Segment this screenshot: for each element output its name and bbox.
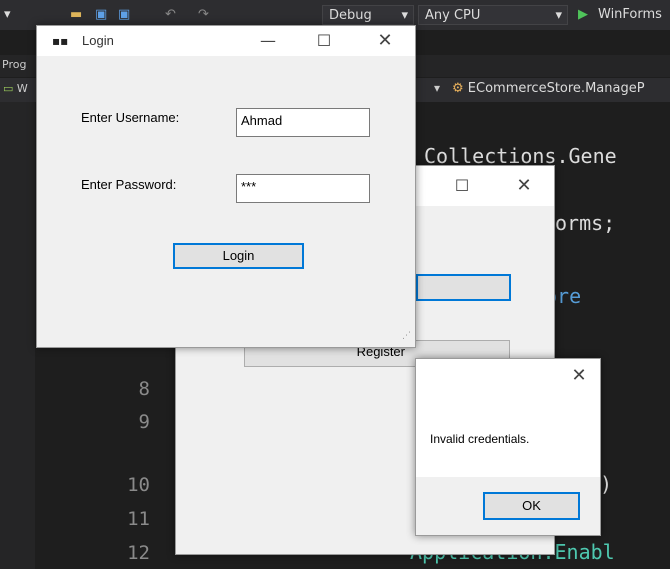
line-number: 8: [138, 378, 150, 400]
line-number: 12: [127, 542, 150, 564]
close-icon[interactable]: ✕: [362, 26, 408, 56]
line-number: 10: [127, 474, 150, 496]
minimize-icon[interactable]: —: [245, 26, 291, 56]
ok-button-label: OK: [522, 498, 541, 513]
password-input[interactable]: ***: [236, 174, 370, 203]
panel-label: Prog: [2, 58, 27, 71]
open-folder-icon[interactable]: ▬: [70, 5, 82, 25]
login-title: Login: [82, 33, 114, 48]
configuration-value: Debug: [329, 8, 372, 23]
undo-icon[interactable]: ↶: [165, 5, 176, 25]
login-titlebar[interactable]: ▪▪ Login — ☐ ✕: [37, 26, 415, 56]
resize-grip-icon[interactable]: ⋰: [402, 331, 411, 341]
window-app-icon: ▪▪: [52, 34, 69, 48]
file-tab-label: W: [16, 82, 28, 95]
close-icon[interactable]: ✕: [556, 361, 602, 391]
member-navigation-label: ECommerceStore.ManageP: [467, 81, 645, 96]
chevron-down-icon: ▾: [555, 8, 562, 23]
maximize-icon[interactable]: ☐: [439, 171, 485, 201]
platform-value: Any CPU: [425, 8, 481, 23]
dropdown-icon[interactable]: ▾: [4, 5, 11, 25]
main-form-primary-button[interactable]: [416, 274, 511, 301]
ok-button[interactable]: OK: [483, 492, 580, 520]
login-window: ▪▪ Login — ☐ ✕ Enter Username: Ahmad Ent…: [36, 25, 416, 348]
ide-gutter: [0, 102, 35, 569]
start-debug-icon[interactable]: ▶: [578, 5, 588, 25]
code-line-forms: orms;: [555, 211, 616, 235]
maximize-icon[interactable]: ☐: [301, 26, 347, 56]
line-number: 9: [138, 411, 150, 433]
save-icon[interactable]: ▣: [95, 5, 107, 25]
redo-icon[interactable]: ↷: [198, 5, 209, 25]
line-number: 11: [127, 508, 150, 530]
message-text: Invalid credentials.: [430, 432, 530, 446]
nav-chevron-icon[interactable]: ▾: [434, 81, 440, 95]
login-button[interactable]: Login: [173, 243, 304, 269]
login-button-label: Login: [222, 248, 255, 263]
chevron-down-icon: ▾: [401, 8, 408, 23]
close-icon[interactable]: ✕: [501, 171, 547, 201]
username-input[interactable]: Ahmad: [236, 108, 370, 137]
platform-dropdown[interactable]: Any CPU ▾: [418, 5, 568, 25]
csharp-file-icon: ▭: [3, 82, 14, 95]
password-value: ***: [241, 179, 257, 194]
username-value: Ahmad: [241, 113, 283, 128]
member-navigation[interactable]: ⚙ ECommerceStore.ManageP: [452, 81, 645, 96]
class-icon: ⚙: [452, 81, 464, 96]
file-tab[interactable]: ▭ W: [3, 82, 28, 95]
code-line-paren: ): [600, 472, 613, 496]
message-box-window: ✕ Invalid credentials. OK: [415, 358, 601, 536]
username-label: Enter Username:: [81, 110, 180, 125]
save-all-icon[interactable]: ▣: [118, 5, 130, 25]
password-label: Enter Password:: [81, 177, 177, 192]
run-target-label[interactable]: WinForms: [598, 5, 662, 25]
configuration-dropdown[interactable]: Debug ▾: [322, 5, 414, 25]
